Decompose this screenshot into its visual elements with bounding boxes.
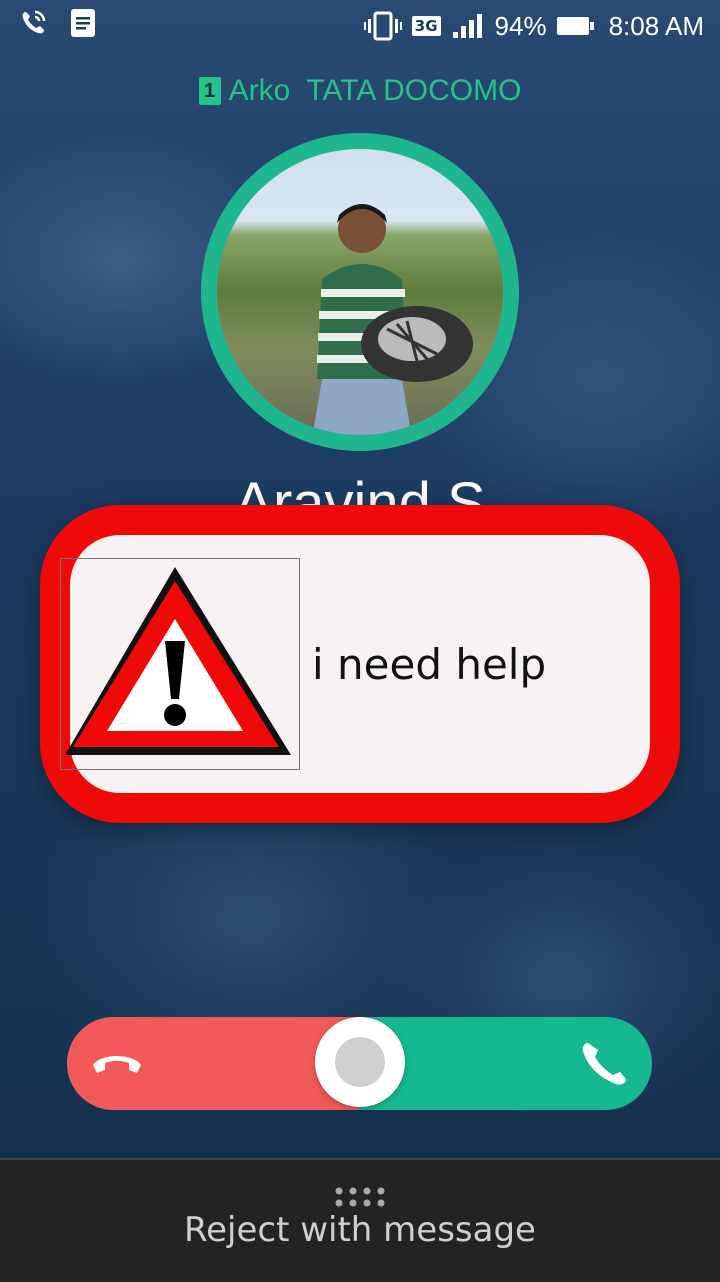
slider-knob[interactable]: [315, 1017, 405, 1107]
signal-icon: [452, 14, 482, 38]
network-type-badge: 3G: [411, 16, 441, 36]
warning-triangle-icon: [60, 558, 300, 770]
clock: 8:08 AM: [608, 10, 704, 41]
drag-handle-icon: [335, 1187, 385, 1207]
carrier-label: 1 Arko TATA DOCOMO: [0, 74, 720, 108]
caller-avatar: [201, 133, 519, 451]
reject-with-message-label: Reject with message: [184, 1210, 536, 1250]
caller-photo: [217, 149, 503, 435]
hang-up-icon: [93, 1056, 141, 1073]
alert-message: i need help: [312, 640, 547, 689]
helmet-shape: [361, 306, 473, 382]
slider-knob-center: [335, 1037, 385, 1087]
phone-icon[interactable]: [578, 1039, 632, 1089]
reject-with-message-bar[interactable]: Reject with message: [0, 1158, 720, 1282]
status-bar: 3G 94% 8:08 AM: [0, 0, 720, 52]
wifi-calling-icon: [22, 10, 46, 34]
battery-percent: 94%: [494, 10, 547, 41]
battery-icon: [556, 17, 594, 35]
sim-slot-badge: 1: [198, 77, 221, 105]
carrier-name: Arko TATA DOCOMO: [228, 74, 522, 107]
status-left-icons: [18, 8, 96, 38]
notes-icon: [71, 9, 95, 37]
status-right-icons: 3G 94% 8:08 AM: [363, 8, 704, 44]
vibrate-icon: [363, 11, 402, 41]
